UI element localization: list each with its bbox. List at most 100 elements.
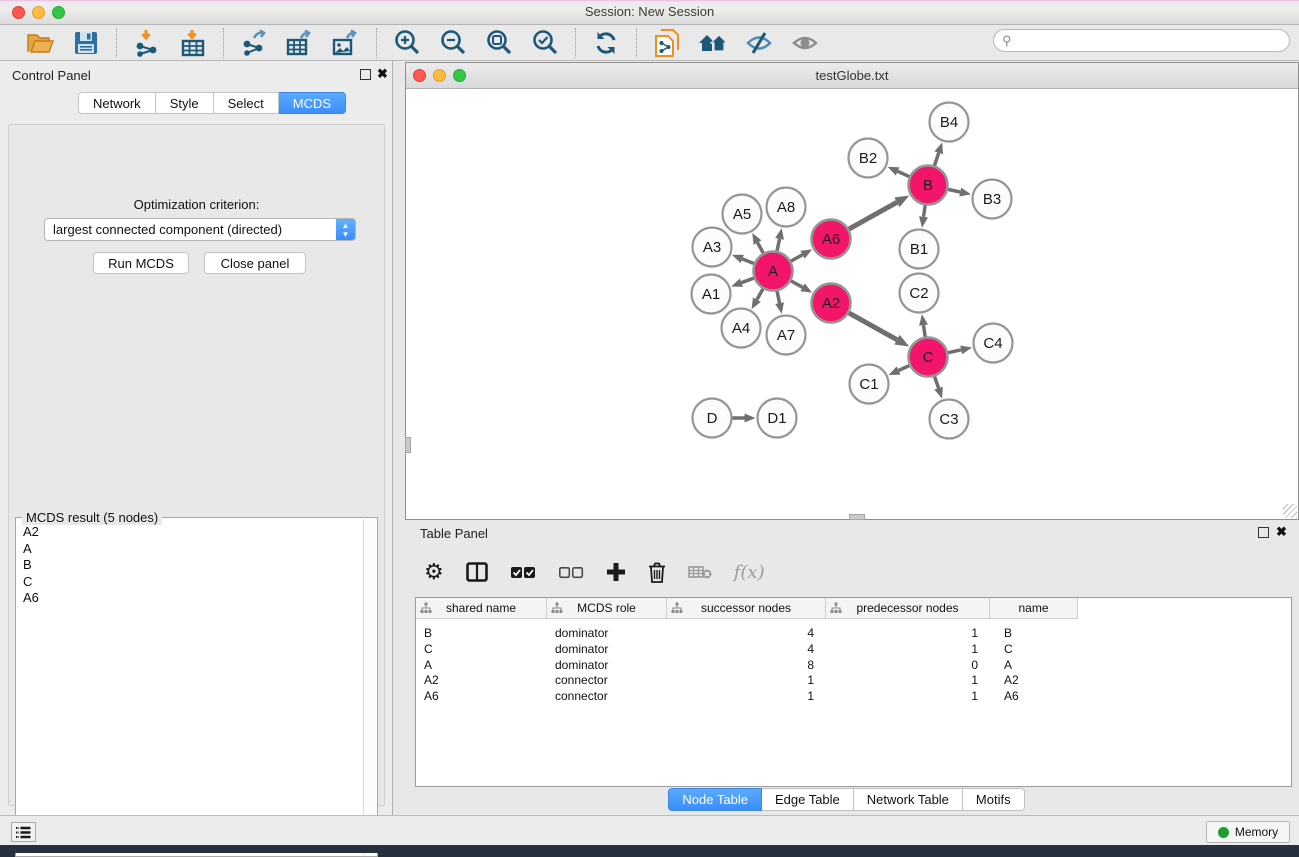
export-table-icon[interactable]: [284, 28, 316, 58]
search-field[interactable]: ⚲: [993, 29, 1290, 52]
edge-C-C4[interactable]: [948, 350, 961, 353]
refresh-icon[interactable]: [590, 28, 622, 58]
resize-grip-icon[interactable]: [1283, 504, 1297, 518]
edge-A-A2[interactable]: [791, 281, 803, 287]
table-cell[interactable]: 1: [826, 641, 978, 657]
column-icon[interactable]: [466, 562, 488, 582]
tab-edge-table[interactable]: Edge Table: [762, 788, 854, 811]
table-cell[interactable]: 0: [826, 657, 978, 673]
open-file-icon[interactable]: [24, 28, 56, 58]
export-network-icon[interactable]: [238, 28, 270, 58]
zoom-selected-icon[interactable]: [529, 28, 561, 58]
table-cell[interactable]: A2: [424, 672, 541, 688]
edge-C-C2[interactable]: [924, 325, 926, 337]
mcds-result-item[interactable]: A2: [17, 524, 362, 541]
table-cell[interactable]: dominator: [555, 641, 661, 657]
tab-style[interactable]: Style: [156, 92, 214, 114]
delete-icon[interactable]: [648, 562, 666, 583]
deselect-all-icon[interactable]: [558, 566, 584, 579]
tab-select[interactable]: Select: [214, 92, 279, 114]
run-mcds-button[interactable]: Run MCDS: [93, 252, 189, 274]
save-session-icon[interactable]: [70, 28, 102, 58]
gear-icon[interactable]: ⚙: [424, 561, 444, 583]
edge-A2-C[interactable]: [849, 313, 897, 340]
edge-A-A5[interactable]: [758, 243, 764, 253]
table-cell[interactable]: A6: [1004, 688, 1078, 704]
table-cell[interactable]: 1: [826, 672, 978, 688]
edge-B-B1[interactable]: [924, 205, 926, 217]
tab-network[interactable]: Network: [78, 92, 156, 114]
select-all-icon[interactable]: [510, 566, 536, 579]
column-header-predecessor-nodes[interactable]: predecessor nodes: [826, 598, 990, 619]
hide-details-icon[interactable]: [743, 28, 775, 58]
table-cell[interactable]: 1: [826, 688, 978, 704]
edge-A-A8[interactable]: [777, 239, 779, 251]
close-panel-icon[interactable]: ✖: [377, 67, 388, 81]
home-view-icon[interactable]: [697, 28, 729, 58]
edge-A-A6[interactable]: [791, 255, 803, 261]
table-cell[interactable]: dominator: [555, 625, 661, 641]
edge-B-B4[interactable]: [934, 153, 938, 166]
table-cell[interactable]: 1: [667, 672, 814, 688]
paste-network-icon[interactable]: [651, 28, 683, 58]
frame-edge-handle[interactable]: [405, 437, 411, 453]
edge-A-A1[interactable]: [741, 278, 753, 283]
mcds-result-item[interactable]: A: [17, 541, 362, 558]
import-table-icon[interactable]: [177, 28, 209, 58]
table-cell[interactable]: B: [1004, 625, 1078, 641]
edge-A-A3[interactable]: [742, 259, 754, 264]
search-input[interactable]: [1012, 31, 1289, 50]
table-cell[interactable]: 1: [826, 625, 978, 641]
table-cell[interactable]: A: [424, 657, 541, 673]
tab-mcds[interactable]: MCDS: [279, 92, 346, 114]
result-scrollbar[interactable]: [363, 519, 376, 855]
edge-A-A7[interactable]: [777, 291, 779, 303]
table-cell[interactable]: A2: [1004, 672, 1078, 688]
task-history-icon[interactable]: [11, 822, 36, 842]
table-cell[interactable]: 1: [667, 688, 814, 704]
edge-B-B3[interactable]: [948, 189, 960, 192]
column-header-name[interactable]: name: [990, 598, 1078, 619]
table-cell[interactable]: A6: [424, 688, 541, 704]
edge-C-C1[interactable]: [899, 366, 910, 371]
network-window-titlebar[interactable]: testGlobe.txt: [406, 63, 1298, 89]
mcds-result-item[interactable]: C: [17, 574, 362, 591]
table-cell[interactable]: C: [1004, 641, 1078, 657]
mcds-result-list[interactable]: A2ABCA6: [17, 524, 362, 855]
column-header-successor-nodes[interactable]: successor nodes: [667, 598, 826, 619]
column-header-shared-name[interactable]: shared name: [416, 598, 547, 619]
add-icon[interactable]: [606, 562, 626, 582]
edge-B-B2[interactable]: [898, 171, 910, 176]
zoom-out-icon[interactable]: [437, 28, 469, 58]
mcds-result-item[interactable]: B: [17, 557, 362, 574]
float-table-panel-icon[interactable]: [1258, 527, 1269, 538]
table-cell[interactable]: dominator: [555, 657, 661, 673]
node-table[interactable]: shared nameMCDS rolesuccessor nodesprede…: [415, 597, 1292, 787]
network-canvas[interactable]: B4B2BB3A5A8A6B1A3AC2A1A2A4A7CC4C1C3DD1: [407, 89, 1297, 519]
table-cell[interactable]: 4: [667, 625, 814, 641]
table-cell[interactable]: C: [424, 641, 541, 657]
show-details-icon[interactable]: [789, 28, 821, 58]
close-panel-button[interactable]: Close panel: [204, 252, 306, 274]
table-cell[interactable]: 8: [667, 657, 814, 673]
zoom-fit-icon[interactable]: [483, 28, 515, 58]
tab-node-table[interactable]: Node Table: [668, 788, 762, 811]
edge-C-C3[interactable]: [935, 376, 939, 388]
import-network-icon[interactable]: [131, 28, 163, 58]
export-image-icon[interactable]: [330, 28, 362, 58]
table-cell[interactable]: 4: [667, 641, 814, 657]
criterion-dropdown[interactable]: largest connected component (directed) ▲…: [44, 218, 356, 241]
table-cell[interactable]: B: [424, 625, 541, 641]
table-cell[interactable]: connector: [555, 672, 661, 688]
memory-button[interactable]: Memory: [1206, 821, 1290, 843]
zoom-in-icon[interactable]: [391, 28, 423, 58]
column-header-MCDS-role[interactable]: MCDS role: [547, 598, 667, 619]
table-cell[interactable]: connector: [555, 688, 661, 704]
edge-A-A4[interactable]: [757, 289, 763, 300]
mcds-result-item[interactable]: A6: [17, 590, 362, 607]
close-table-panel-icon[interactable]: ✖: [1276, 525, 1287, 539]
table-cell[interactable]: A: [1004, 657, 1078, 673]
edge-A6-B[interactable]: [849, 202, 897, 229]
tab-motifs[interactable]: Motifs: [963, 788, 1025, 811]
tab-network-table[interactable]: Network Table: [854, 788, 963, 811]
